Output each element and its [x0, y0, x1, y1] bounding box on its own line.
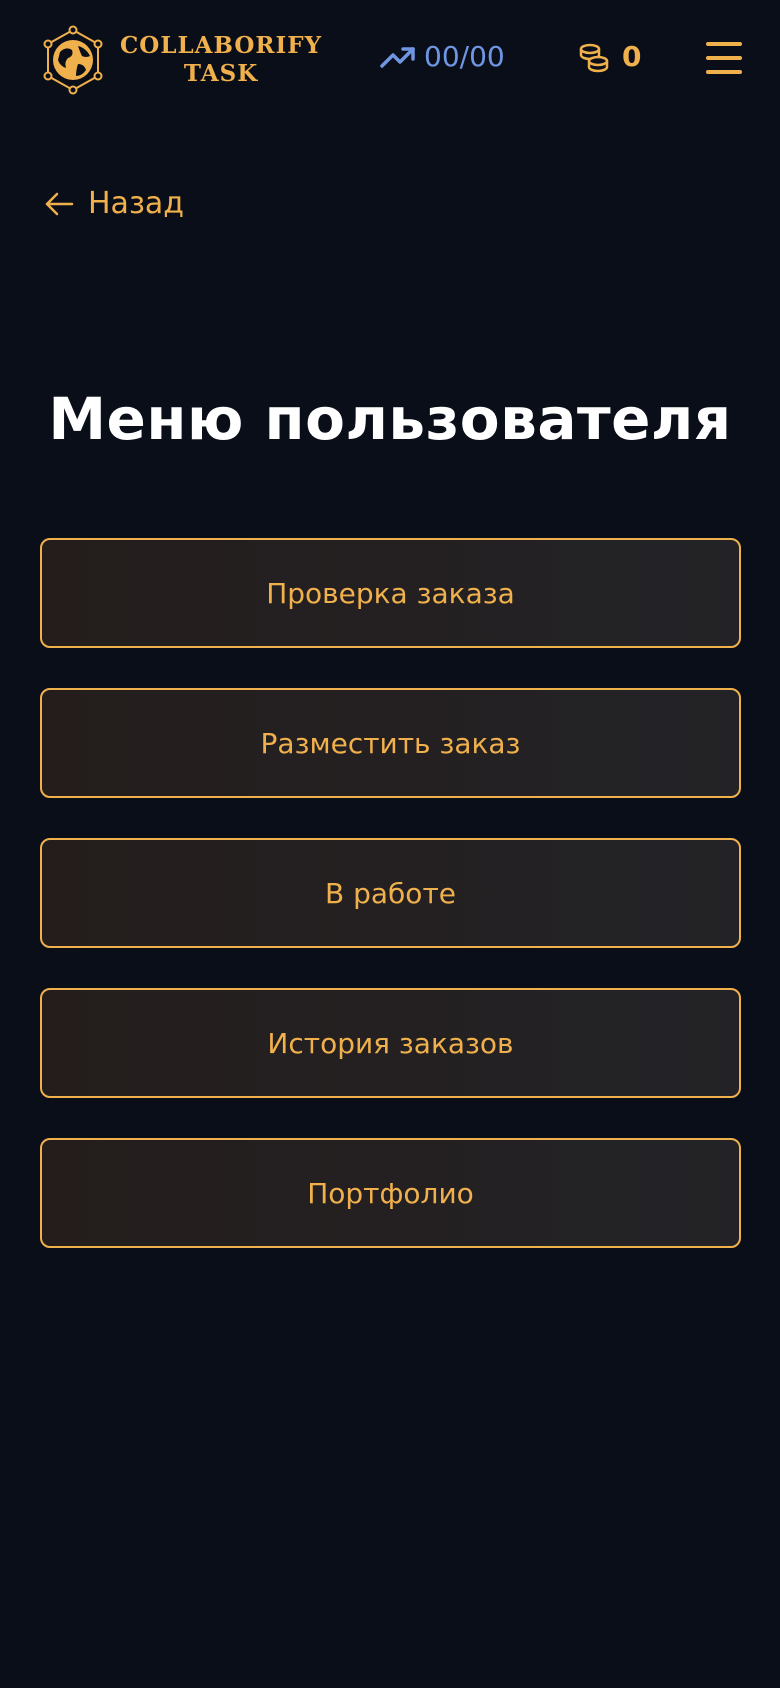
hamburger-menu-icon-bar — [706, 56, 742, 60]
coins-value: 0 — [622, 40, 642, 73]
coins-balance[interactable]: 0 — [578, 40, 641, 73]
user-menu-list: Проверка заказа Разместить заказ В работ… — [40, 538, 741, 1288]
menu-item-order-history[interactable]: История заказов — [40, 988, 741, 1098]
brand-name-line2: TASK — [183, 60, 259, 87]
hamburger-menu-icon-bar — [706, 70, 742, 74]
coins-stack-icon — [579, 43, 609, 72]
brand-logo[interactable]: COLLABORIFY TASK — [38, 24, 322, 96]
arrow-left-icon — [45, 192, 74, 215]
menu-item-order-check[interactable]: Проверка заказа — [40, 538, 741, 648]
menu-item-place-order[interactable]: Разместить заказ — [40, 688, 741, 798]
hamburger-menu-icon — [706, 42, 742, 46]
globe-network-icon — [43, 25, 103, 95]
menu-item-label: История заказов — [267, 1026, 514, 1060]
menu-item-label: Портфолио — [307, 1176, 474, 1210]
brand-name: COLLABORIFY TASK — [120, 32, 322, 88]
back-link[interactable]: Назад — [44, 186, 184, 221]
page-title: Меню пользователя — [48, 385, 732, 453]
top-header: COLLABORIFY TASK 00/00 0 — [0, 0, 780, 120]
progress-counter[interactable]: 00/00 — [380, 40, 505, 73]
brand-name-line1: COLLABORIFY — [120, 32, 323, 59]
menu-item-label: Проверка заказа — [266, 576, 515, 610]
menu-item-portfolio[interactable]: Портфолио — [40, 1138, 741, 1248]
back-link-label: Назад — [88, 186, 185, 221]
trending-up-icon — [380, 46, 415, 68]
hamburger-menu-button[interactable] — [706, 42, 742, 74]
progress-value: 00/00 — [424, 40, 505, 73]
menu-item-label: Разместить заказ — [260, 726, 521, 760]
menu-item-label: В работе — [325, 876, 456, 910]
menu-item-in-progress[interactable]: В работе — [40, 838, 741, 948]
